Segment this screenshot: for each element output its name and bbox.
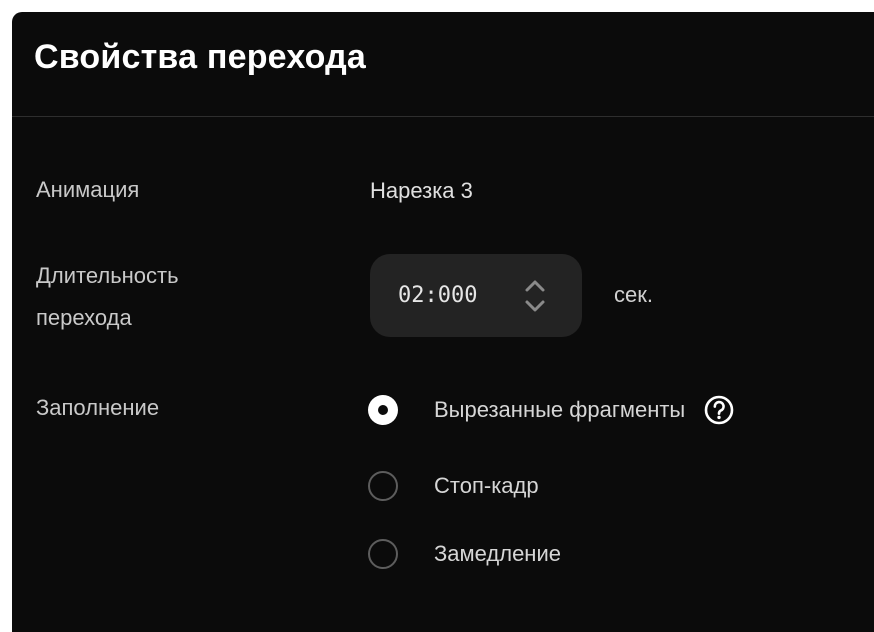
question-circle-icon[interactable] bbox=[703, 394, 735, 426]
duration-value[interactable]: 02:000 bbox=[398, 254, 477, 337]
transition-properties-panel: Свойства перехода Анимация Нарезка 3 Дли… bbox=[12, 12, 874, 632]
chevron-up-down-icon[interactable] bbox=[522, 276, 548, 316]
fill-option-label[interactable]: Вырезанные фрагменты bbox=[434, 397, 685, 423]
radio-selected[interactable] bbox=[368, 395, 398, 425]
panel-title: Свойства перехода bbox=[34, 38, 366, 76]
fill-option-slowdown[interactable]: Замедление bbox=[368, 534, 561, 574]
radio-unselected[interactable] bbox=[368, 539, 398, 569]
duration-unit: сек. bbox=[614, 282, 653, 307]
fill-option-label[interactable]: Стоп-кадр bbox=[434, 473, 539, 499]
animation-value[interactable]: Нарезка 3 bbox=[370, 178, 473, 204]
header-divider bbox=[12, 116, 874, 117]
animation-label: Анимация bbox=[36, 177, 140, 202]
fill-option-cut-fragments[interactable]: Вырезанные фрагменты bbox=[368, 390, 735, 430]
fill-option-freeze-frame[interactable]: Стоп-кадр bbox=[368, 466, 539, 506]
fill-option-label[interactable]: Замедление bbox=[434, 541, 561, 567]
duration-label-line1: Длительность bbox=[36, 263, 179, 288]
duration-stepper[interactable]: 02:000 bbox=[370, 254, 582, 337]
duration-label-line2: перехода bbox=[36, 305, 132, 330]
radio-unselected[interactable] bbox=[368, 471, 398, 501]
fill-label: Заполнение bbox=[36, 395, 160, 420]
